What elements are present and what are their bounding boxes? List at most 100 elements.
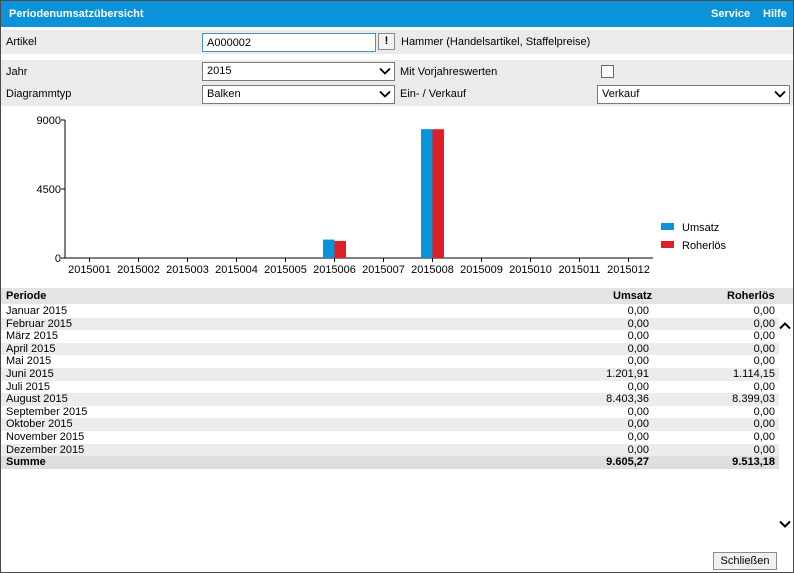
jahr-label: Jahr	[6, 66, 28, 78]
table-row: Januar 2015 0,00 0,00	[1, 305, 779, 318]
artikel-lookup-button[interactable]: !	[378, 33, 395, 50]
table-row: Februar 2015 0,00 0,00	[1, 317, 779, 331]
cell-umsatz: 0,00	[627, 330, 649, 343]
cell-roherloes: 0,00	[753, 330, 775, 343]
table-row: April 2015 0,00 0,00	[1, 342, 779, 356]
cell-umsatz: 9.605,27	[606, 456, 649, 469]
cell-periode: Mai 2015	[6, 355, 52, 368]
cell-roherloes: 0,00	[753, 405, 775, 418]
bar-roherlös	[334, 240, 346, 258]
table-sum-row: Summe 9.605,27 9.513,18	[1, 456, 779, 469]
cell-roherloes: 0,00	[753, 342, 775, 355]
cell-periode: Dezember 2015	[6, 443, 85, 456]
artikel-label: Artikel	[6, 36, 37, 48]
column-header-periode: Periode	[6, 290, 47, 302]
diagrammtyp-select[interactable]: Balken	[202, 85, 395, 104]
bar-chart: 0 4500 9000 2015001 2015002 2015003 2015004 201…	[37, 115, 727, 276]
cell-umsatz: 0,00	[627, 305, 649, 317]
y-tick-label: 4500	[37, 184, 61, 196]
cell-umsatz: 0,00	[627, 431, 649, 443]
table-row: Mai 2015 0,00 0,00	[1, 355, 779, 368]
vorjahr-checkbox[interactable]	[601, 65, 614, 78]
x-tick-label: 2015004	[215, 264, 258, 276]
cell-roherloes: 0,00	[753, 431, 775, 443]
y-tick-label: 9000	[37, 115, 61, 127]
cell-periode: Juni 2015	[6, 368, 54, 380]
cell-umsatz: 0,00	[627, 317, 649, 330]
cell-umsatz: 0,00	[627, 405, 649, 418]
menu-service[interactable]: Service	[711, 8, 750, 20]
chevron-down-icon	[379, 67, 391, 75]
table-row: März 2015 0,00 0,00	[1, 330, 779, 343]
einverkauf-label: Ein- / Verkauf	[400, 88, 467, 100]
x-tick-label: 2015006	[313, 264, 356, 276]
x-tick-label: 2015012	[607, 264, 650, 276]
diagrammtyp-value: Balken	[207, 88, 241, 100]
legend-label: Roherlös	[682, 240, 727, 252]
table-row: Juli 2015 0,00 0,00	[1, 381, 779, 394]
cell-periode: Summe	[6, 456, 46, 469]
cell-roherloes: 0,00	[753, 380, 775, 393]
einverkauf-select[interactable]: Verkauf	[597, 85, 790, 104]
x-tick-label: 2015005	[264, 264, 307, 276]
cell-roherloes: 1.114,15	[732, 368, 775, 380]
chevron-down-icon	[774, 90, 786, 98]
x-tick-label: 2015009	[460, 264, 503, 276]
cell-periode: November 2015	[6, 431, 85, 443]
legend-label: Umsatz	[682, 222, 719, 234]
table-row: Dezember 2015 0,00 0,00	[1, 443, 779, 457]
cell-umsatz: 8.403,36	[606, 393, 649, 406]
cell-umsatz: 0,00	[627, 443, 649, 456]
menu-hilfe[interactable]: Hilfe	[763, 8, 787, 20]
legend-swatch	[661, 223, 674, 230]
cell-periode: Juli 2015	[6, 380, 51, 393]
table-row: Oktober 2015 0,00 0,00	[1, 418, 779, 431]
x-tick-label: 2015003	[166, 264, 209, 276]
cell-roherloes: 0,00	[753, 355, 775, 368]
table-row: November 2015 0,00 0,00	[1, 431, 779, 444]
scroll-up-icon[interactable]	[778, 319, 792, 333]
close-button[interactable]: Schließen	[713, 552, 777, 570]
chevron-down-icon	[379, 90, 391, 98]
x-tick-label: 2015011	[558, 264, 600, 276]
cell-periode: Januar 2015	[6, 305, 68, 317]
table-row: September 2015 0,00 0,00	[1, 406, 779, 419]
window: Periodenumsatzübersicht Service Hilfe Ar…	[0, 0, 794, 573]
table-row: Juni 2015 1.201,91 1.114,15	[1, 368, 779, 381]
x-tick-label: 2015001	[68, 264, 111, 276]
scroll-down-icon[interactable]	[778, 517, 792, 531]
vorjahr-label: Mit Vorjahreswerten	[400, 66, 498, 78]
cell-umsatz: 0,00	[627, 355, 649, 368]
cell-roherloes: 0,00	[753, 418, 775, 431]
cell-roherloes: 0,00	[753, 443, 775, 456]
legend-swatch	[661, 241, 674, 248]
bar-roherlös	[432, 129, 444, 258]
table-row: August 2015 8.403,36 8.399,03	[1, 393, 779, 406]
x-tick-label: 2015008	[411, 264, 454, 276]
bar-umsatz	[421, 129, 433, 258]
table-header: Periode Umsatz Roherlös	[1, 288, 793, 304]
jahr-select[interactable]: 2015	[202, 62, 395, 81]
einverkauf-value: Verkauf	[602, 88, 640, 100]
cell-periode: Februar 2015	[6, 317, 73, 330]
title-bar: Periodenumsatzübersicht Service Hilfe	[1, 1, 793, 27]
cell-umsatz: 0,00	[627, 380, 649, 393]
y-tick-label: 0	[55, 253, 61, 265]
cell-periode: September 2015	[6, 405, 88, 418]
cell-roherloes: 0,00	[753, 317, 775, 330]
x-tick-label: 2015010	[509, 264, 552, 276]
x-tick-label: 2015007	[362, 264, 405, 276]
cell-umsatz: 0,00	[627, 418, 649, 431]
artikel-description: Hammer (Handelsartikel, Staffelpreise)	[401, 36, 591, 48]
cell-umsatz: 0,00	[627, 342, 649, 355]
cell-roherloes: 9.513,18	[732, 456, 775, 469]
cell-periode: April 2015	[6, 342, 56, 355]
x-tick-label: 2015002	[117, 264, 160, 276]
options-block: Jahr 2015 Mit Vorjahreswerten Diagrammty…	[1, 60, 793, 106]
window-title: Periodenumsatzübersicht	[9, 8, 144, 20]
cell-periode: Oktober 2015	[6, 418, 73, 431]
jahr-value: 2015	[207, 65, 232, 77]
cell-umsatz: 1.201,91	[606, 368, 649, 380]
artikel-input[interactable]	[202, 33, 376, 52]
artikel-row: Artikel ! Hammer (Handelsartikel, Staffe…	[1, 30, 793, 54]
